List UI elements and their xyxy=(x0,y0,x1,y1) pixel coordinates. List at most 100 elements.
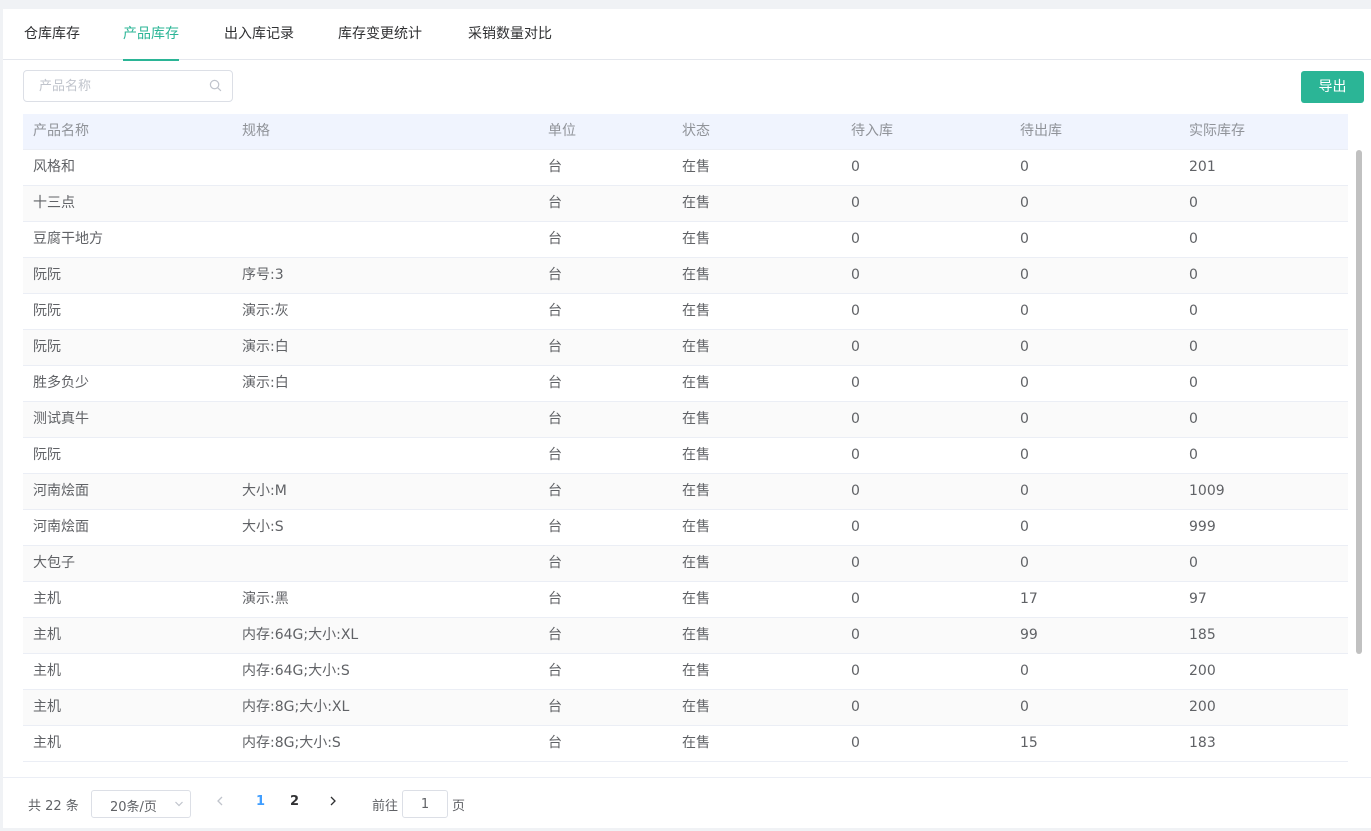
cell-product-name: 十三点 xyxy=(33,195,75,211)
cell-product-name: 大包子 xyxy=(33,555,75,571)
cell-unit: 台 xyxy=(548,231,562,247)
cell-unit: 台 xyxy=(548,303,562,319)
cell-actual-stock: 97 xyxy=(1189,591,1207,607)
goto-suffix: 页 xyxy=(452,799,466,814)
cell-pending-out: 0 xyxy=(1020,375,1029,391)
table-row: 主机 演示:黑 台 在售 0 17 97 xyxy=(23,582,1348,618)
cell-unit: 台 xyxy=(548,627,562,643)
cell-status: 在售 xyxy=(682,303,710,319)
cell-actual-stock: 0 xyxy=(1189,555,1198,571)
cell-actual-stock: 0 xyxy=(1189,411,1198,427)
cell-pending-in: 0 xyxy=(851,555,860,571)
cell-spec: 大小:S xyxy=(242,519,284,535)
cell-spec: 内存:8G;大小:XL xyxy=(242,699,350,715)
cell-actual-stock: 0 xyxy=(1189,303,1198,319)
cell-pending-out: 0 xyxy=(1020,663,1029,679)
cell-pending-out: 17 xyxy=(1020,591,1038,607)
cell-actual-stock: 0 xyxy=(1189,339,1198,355)
cell-product-name: 主机 xyxy=(33,699,61,715)
cell-status: 在售 xyxy=(682,231,710,247)
column-header-unit: 单位 xyxy=(548,123,576,139)
cell-pending-in: 0 xyxy=(851,267,860,283)
cell-status: 在售 xyxy=(682,267,710,283)
cell-spec: 内存:64G;大小:S xyxy=(242,663,350,679)
cell-status: 在售 xyxy=(682,339,710,355)
cell-spec: 序号:3 xyxy=(242,267,284,283)
cell-product-name: 阮阮 xyxy=(33,447,61,463)
pagination: 共 22 条 20条/页 1 2 前往 页 xyxy=(3,777,1371,828)
cell-pending-out: 0 xyxy=(1020,231,1029,247)
search-box xyxy=(23,70,233,102)
cell-status: 在售 xyxy=(682,159,710,175)
cell-unit: 台 xyxy=(548,699,562,715)
cell-status: 在售 xyxy=(682,555,710,571)
cell-pending-in: 0 xyxy=(851,195,860,211)
table-row: 豆腐干地方 台 在售 0 0 0 xyxy=(23,222,1348,258)
tab-stock-change-stats[interactable]: 库存变更统计 xyxy=(338,9,422,60)
cell-product-name: 测试真牛 xyxy=(33,411,89,427)
product-stock-table: 产品名称 规格 单位 状态 待入库 待出库 实际库存 风格和台在售 0 0 201 十三… xyxy=(23,114,1348,762)
cell-actual-stock: 999 xyxy=(1189,519,1216,535)
table-row: 河南烩面 大小:M 台 在售 0 0 1009 xyxy=(23,474,1348,510)
cell-pending-out: 99 xyxy=(1020,627,1038,643)
cell-pending-in: 0 xyxy=(851,483,860,499)
chevron-left-icon[interactable] xyxy=(213,794,227,808)
tab-inout-records[interactable]: 出入库记录 xyxy=(224,9,294,60)
cell-pending-in: 0 xyxy=(851,699,860,715)
cell-product-name: 主机 xyxy=(33,591,61,607)
cell-actual-stock: 1009 xyxy=(1189,483,1225,499)
cell-actual-stock: 200 xyxy=(1189,699,1216,715)
cell-pending-out: 0 xyxy=(1020,267,1029,283)
table-row: 阮阮 序号:3 台 在售 0 0 0 xyxy=(23,258,1348,294)
cell-spec xyxy=(242,150,542,185)
cell-pending-in: 0 xyxy=(851,411,860,427)
cell-product-name: 河南烩面 xyxy=(33,519,89,535)
cell-product-name: 主机 xyxy=(33,627,61,643)
cell-product-name: 主机 xyxy=(33,735,61,751)
page-2[interactable]: 2 xyxy=(290,794,299,809)
table-row: 阮阮 演示:灰 台 在售 0 0 0 xyxy=(23,294,1348,330)
cell-status: 在售 xyxy=(682,735,710,751)
cell-status: 在售 xyxy=(682,519,710,535)
tab-purchase-sales-compare[interactable]: 采销数量对比 xyxy=(468,9,552,60)
cell-pending-in: 0 xyxy=(851,519,860,535)
cell-spec: 演示:灰 xyxy=(242,303,289,319)
cell-pending-out: 0 xyxy=(1020,519,1029,535)
cell-actual-stock: 183 xyxy=(1189,735,1216,751)
column-header-product-name: 产品名称 xyxy=(33,123,89,139)
cell-pending-in: 0 xyxy=(851,231,860,247)
page-size-select[interactable]: 20条/页 xyxy=(91,790,191,818)
cell-status: 在售 xyxy=(682,483,710,499)
tab-product-stock[interactable]: 产品库存 xyxy=(123,9,179,61)
cell-spec: 演示:白 xyxy=(242,339,289,355)
cell-status: 在售 xyxy=(682,375,710,391)
table-header: 产品名称 规格 单位 状态 待入库 待出库 实际库存 xyxy=(23,114,1348,150)
cell-status: 在售 xyxy=(682,411,710,427)
cell-unit: 台 xyxy=(548,447,562,463)
cell-pending-out: 0 xyxy=(1020,447,1029,463)
inventory-panel: 仓库库存 产品库存 出入库记录 库存变更统计 采销数量对比 导出 产品名称 规格… xyxy=(3,9,1371,828)
search-icon[interactable] xyxy=(209,79,222,92)
tab-warehouse-stock[interactable]: 仓库库存 xyxy=(24,9,80,60)
cell-pending-out: 0 xyxy=(1020,411,1029,427)
cell-spec xyxy=(242,186,542,221)
cell-spec xyxy=(242,546,542,581)
cell-unit: 台 xyxy=(548,735,562,751)
cell-pending-out: 0 xyxy=(1020,159,1029,175)
cell-status: 在售 xyxy=(682,447,710,463)
export-button[interactable]: 导出 xyxy=(1301,71,1364,103)
cell-spec: 演示:黑 xyxy=(242,591,289,607)
table-row: 河南烩面 大小:S 台 在售 0 0 999 xyxy=(23,510,1348,546)
page-1[interactable]: 1 xyxy=(256,794,265,809)
table-scrollbar[interactable] xyxy=(1356,150,1362,654)
cell-pending-in: 0 xyxy=(851,627,860,643)
cell-unit: 台 xyxy=(548,339,562,355)
chevron-right-icon[interactable] xyxy=(326,794,340,808)
goto-label: 前往 xyxy=(372,799,399,814)
table-row: 十三点 台 在售 0 0 0 xyxy=(23,186,1348,222)
search-input[interactable] xyxy=(39,71,204,101)
cell-status: 在售 xyxy=(682,591,710,607)
goto-page-input[interactable] xyxy=(402,790,448,818)
cell-actual-stock: 0 xyxy=(1189,267,1198,283)
table-row: 测试真牛 台 在售 0 0 0 xyxy=(23,402,1348,438)
